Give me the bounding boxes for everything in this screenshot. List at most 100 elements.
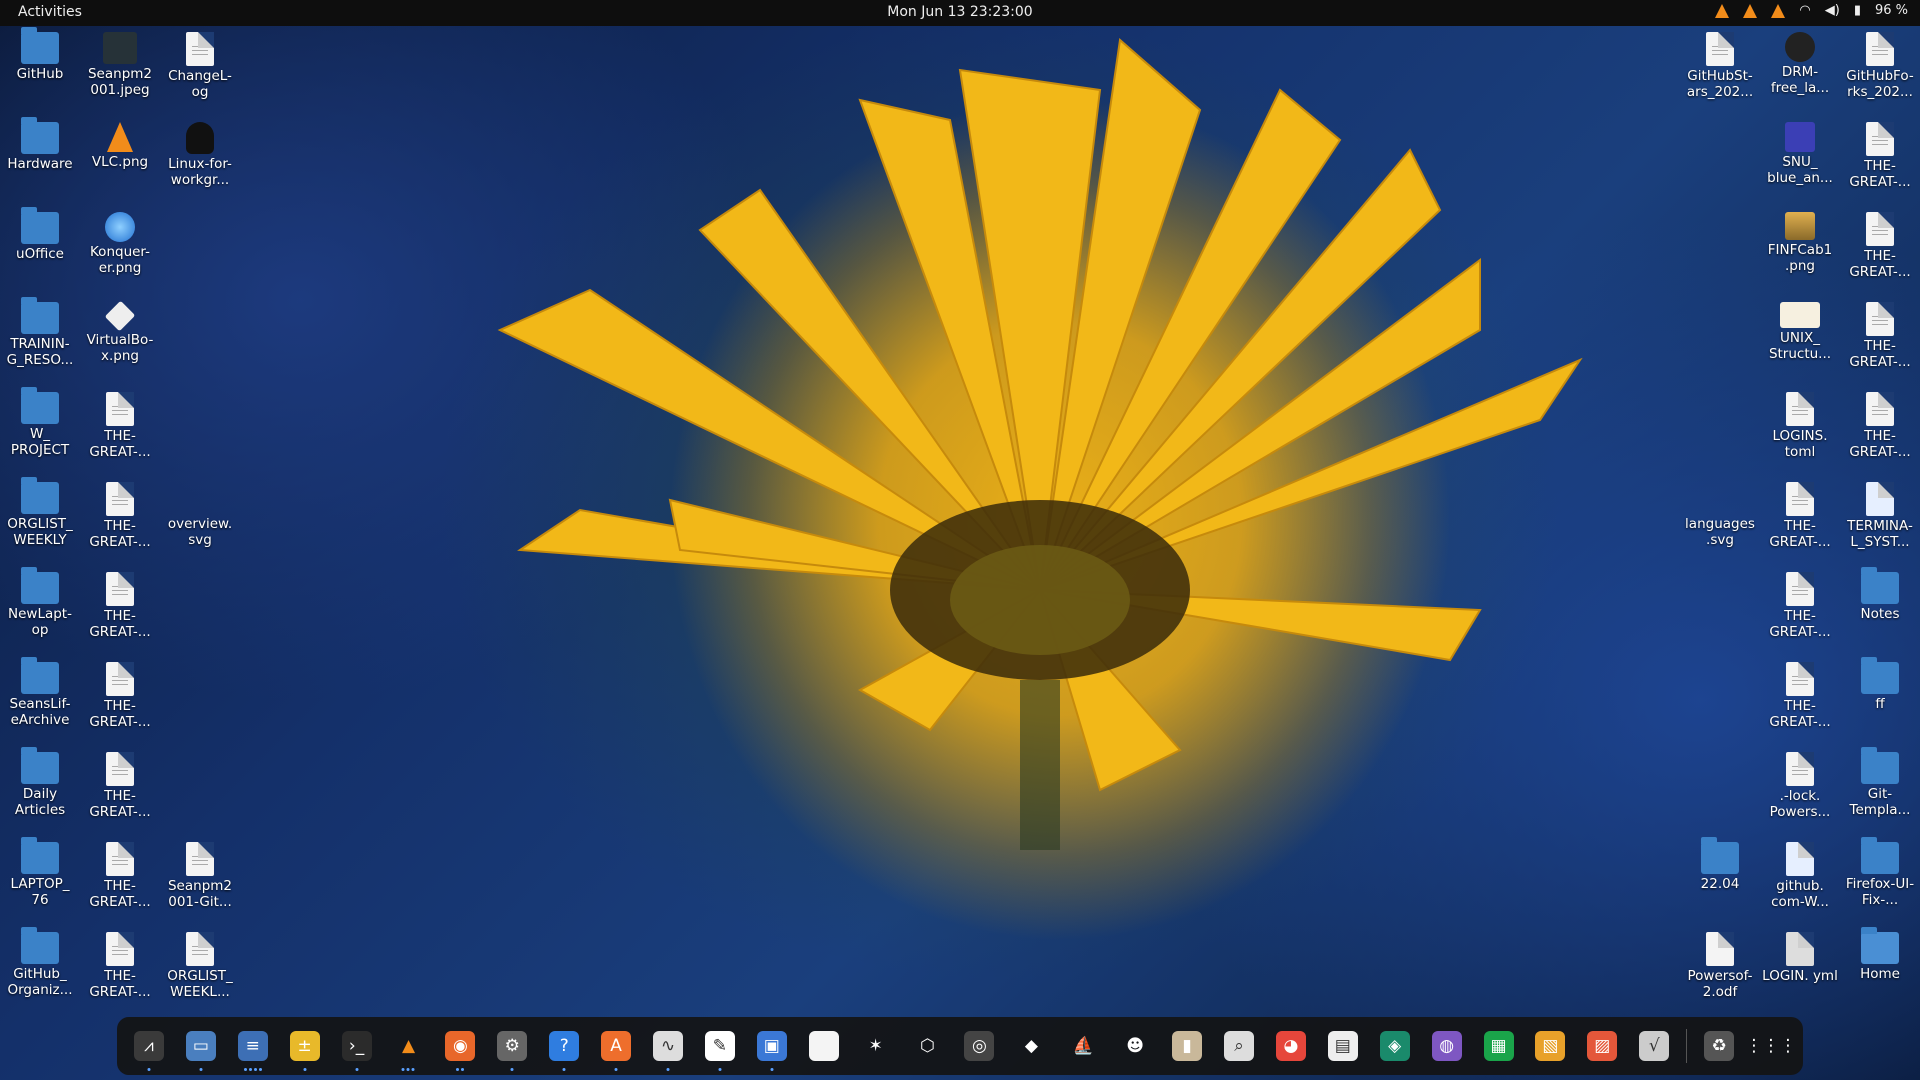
desktop-icon[interactable]: TERMINA-L_SYST... <box>1840 482 1920 550</box>
desktop-icon[interactable]: Seanpm2 001-Git... <box>160 842 240 910</box>
dock-game-ship[interactable]: ⛵ <box>1063 1024 1103 1068</box>
desktop-icon[interactable]: ff <box>1840 657 1920 712</box>
desktop-icon[interactable]: FINFCab1 .png <box>1760 212 1840 274</box>
desktop-icon[interactable]: THE-GREAT-... <box>80 842 160 910</box>
dock-settings[interactable]: ⚙ <box>492 1024 532 1071</box>
dock-notes-editor[interactable]: ✎ <box>700 1024 740 1071</box>
desktop-icon[interactable]: THE-GREAT-... <box>1760 662 1840 730</box>
desktop-icon[interactable]: Konquer-er.png <box>80 212 160 276</box>
desktop-icon[interactable]: Seanpm2 001.jpeg <box>80 32 160 98</box>
desktop-icon[interactable]: THE-GREAT-... <box>80 662 160 730</box>
desktop-icon[interactable]: DRM-free_la... <box>1760 32 1840 96</box>
desktop-icon[interactable]: github. com-W... <box>1760 842 1840 910</box>
dock-firefox[interactable]: ◉ <box>440 1024 480 1071</box>
dock-typora[interactable]: ▤ <box>1323 1024 1363 1068</box>
desktop-icon[interactable]: THE-GREAT-... <box>80 932 160 1000</box>
desktop-icon[interactable]: THE-GREAT-... <box>80 482 160 550</box>
desktop-icon[interactable]: Powersof-2.odf <box>1680 932 1760 1000</box>
vlc-tray-icon[interactable] <box>1743 3 1758 18</box>
wifi-icon[interactable]: ◠ <box>1799 3 1810 18</box>
desktop-icon[interactable]: languages .svg <box>1680 482 1760 548</box>
desktop-icon[interactable]: THE-GREAT-... <box>1760 572 1840 640</box>
desktop-icon[interactable]: Firefox-UI-Fix-... <box>1840 837 1920 908</box>
drm-free-icon <box>1785 32 1815 62</box>
dock-show-apps[interactable]: ⋮⋮⋮ <box>1746 1024 1797 1068</box>
desktop-icon[interactable]: GitHub <box>0 27 80 82</box>
desktop-icon[interactable]: LOGIN. yml <box>1760 932 1840 984</box>
desktop-icon[interactable]: TRAININ-G_RESO... <box>0 297 80 368</box>
desktop-icon[interactable]: Notes <box>1840 567 1920 622</box>
desktop-icon[interactable]: THE-GREAT-... <box>1760 482 1840 550</box>
desktop-icon[interactable]: VLC.png <box>80 122 160 170</box>
snu-image-icon <box>1785 122 1815 152</box>
dock-inkscape[interactable]: ◆ <box>1011 1024 1051 1068</box>
system-tray[interactable]: ◠ ◀) ▮ 96 % <box>1715 3 1908 18</box>
battery-icon[interactable]: ▮ <box>1854 3 1861 18</box>
desktop-icon[interactable]: THE-GREAT-... <box>1840 212 1920 280</box>
dock-vlc[interactable]: ▲ <box>389 1024 429 1071</box>
dock-virtualbox[interactable]: ⬡ <box>908 1024 948 1068</box>
desktop-icon-label: NewLapt-op <box>8 606 72 638</box>
dock-math[interactable]: √ <box>1634 1024 1674 1068</box>
desktop-icon[interactable]: THE-GREAT-... <box>1840 392 1920 460</box>
desktop-icon[interactable]: GitHubSt-ars_202... <box>1680 32 1760 100</box>
dock-gimp[interactable]: ✶ <box>856 1024 896 1068</box>
dock-control-center[interactable]: ▣ <box>752 1024 792 1071</box>
activities-button[interactable]: Activities <box>18 4 82 20</box>
clock[interactable]: Mon Jun 13 23:23:00 <box>887 4 1032 20</box>
desktop-icon[interactable]: THE-GREAT-... <box>1840 302 1920 370</box>
volume-icon[interactable]: ◀) <box>1825 3 1840 18</box>
desktop-icon[interactable]: GitHubFo-rks_202... <box>1840 32 1920 100</box>
dock-archive-manager[interactable]: ▮ <box>1167 1024 1207 1068</box>
dock-files[interactable]: ▭ <box>181 1024 221 1071</box>
desktop-icon[interactable]: Daily Articles <box>0 747 80 818</box>
desktop-icon[interactable]: NewLapt-op <box>0 567 80 638</box>
desktop-icon[interactable]: .-lock. Powers... <box>1760 752 1840 820</box>
desktop-icon[interactable]: SNU_ blue_an... <box>1760 122 1840 186</box>
dock-impress[interactable]: ▨ <box>1582 1024 1622 1068</box>
dock-image-viewer[interactable]: ⌕ <box>1219 1024 1259 1068</box>
dock-blank-document[interactable] <box>804 1024 844 1068</box>
desktop-icon[interactable]: overview. svg <box>160 482 240 548</box>
dock-game-mario[interactable]: ☻ <box>1115 1024 1155 1068</box>
dock-performance[interactable]: ∿ <box>648 1024 688 1071</box>
desktop-icon[interactable]: Linux-for-workgr... <box>160 122 240 188</box>
desktop-icon[interactable]: THE-GREAT-... <box>1840 122 1920 190</box>
dock-spreadsheet[interactable]: ▦ <box>1479 1024 1519 1068</box>
dock-text-editor[interactable]: ≡ <box>233 1024 273 1071</box>
desktop-icon[interactable]: W_ PROJECT <box>0 387 80 458</box>
dock-trash[interactable]: ♻ <box>1699 1024 1739 1068</box>
dock-chrome[interactable]: ◕ <box>1271 1024 1311 1068</box>
dock-calculator[interactable]: ± <box>285 1024 325 1071</box>
desktop-icon[interactable]: GitHub_ Organiz... <box>0 927 80 998</box>
desktop-icon[interactable]: LAPTOP_ 76 <box>0 837 80 908</box>
dock-edu-app[interactable]: ◈ <box>1375 1024 1415 1068</box>
desktop-icon[interactable]: THE-GREAT-... <box>80 572 160 640</box>
desktop-icon-label: Seanpm2 001-Git... <box>167 878 232 910</box>
desktop-icon[interactable]: ORGLIST_ WEEKL... <box>160 932 240 1000</box>
running-indicator <box>401 1068 415 1071</box>
dock-tor-browser[interactable]: ◍ <box>1427 1024 1467 1068</box>
vlc-tray-icon[interactable] <box>1771 3 1786 18</box>
desktop-icon[interactable]: THE-GREAT-... <box>80 752 160 820</box>
dock-screenshot[interactable]: ◎ <box>960 1024 1000 1068</box>
dock-draw[interactable]: ▧ <box>1530 1024 1570 1068</box>
desktop-icon[interactable]: UNIX_ Structu... <box>1760 302 1840 362</box>
desktop-icon[interactable]: 22.04 <box>1680 837 1760 892</box>
desktop-icon[interactable]: Home <box>1840 927 1920 982</box>
dock-help[interactable]: ? <box>544 1024 584 1071</box>
desktop-icon[interactable]: SeansLif-eArchive <box>0 657 80 728</box>
desktop-icon[interactable]: ORGLIST_ WEEKLY <box>0 477 80 548</box>
vlc-tray-icon[interactable] <box>1715 3 1730 18</box>
desktop-icon[interactable]: uOffice <box>0 207 80 262</box>
desktop-icon[interactable]: LOGINS. toml <box>1760 392 1840 460</box>
dock-terminal[interactable]: ›_ <box>337 1024 377 1071</box>
folder-icon <box>1861 837 1899 874</box>
desktop-icon[interactable]: ChangeL-og <box>160 32 240 100</box>
desktop-icon[interactable]: THE-GREAT-... <box>80 392 160 460</box>
dock-software[interactable]: A <box>596 1024 636 1071</box>
dock-system-monitor[interactable]: ⩘ <box>129 1024 169 1071</box>
desktop-icon[interactable]: Hardware <box>0 117 80 172</box>
desktop-icon[interactable]: Git-Templa... <box>1840 747 1920 818</box>
desktop-icon[interactable]: VirtualBo-x.png <box>80 300 160 364</box>
